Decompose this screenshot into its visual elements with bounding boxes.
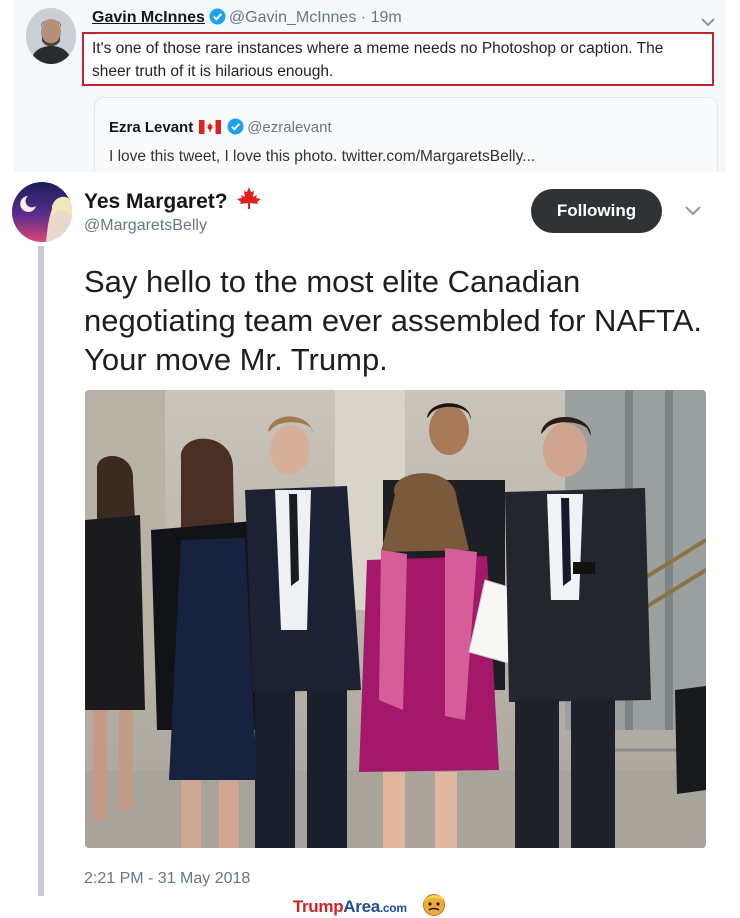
canada-flag-icon [199,120,222,138]
tweet-time[interactable]: 19m [371,9,402,26]
gavin-avatar[interactable] [26,8,76,64]
main-author-name[interactable]: Yes Margaret? [84,186,262,216]
chevron-down-icon[interactable] [684,203,702,221]
quoted-tweet[interactable]: Ezra Levant @ezralevant I love this tweet… [94,97,718,172]
main-tweet-text: Say hello to the most elite Canadian neg… [84,264,702,377]
thread-connector-line [38,246,44,896]
quoted-tweet-text: I love this tweet, I love this photo. tw… [109,148,536,165]
watermark-footer: TrumpArea.com [0,892,740,918]
dot-separator: · [360,9,367,26]
highlighted-tweet-text: It's one of those rare instances where a… [82,32,714,86]
quoted-author-name: Ezra Levant [109,119,194,136]
author-name[interactable]: Gavin McInnes [92,9,205,26]
quoted-tweet-header: Ezra Levant @ezralevant [109,118,703,139]
margaret-avatar[interactable] [12,182,72,242]
main-author-handle[interactable]: @MargaretsBelly [84,217,207,235]
trumparea-logo[interactable]: TrumpArea.com [293,897,407,917]
tweet-timestamp[interactable]: 2:21 PM - 31 May 2018 [84,870,250,888]
brand-part-c: .com [379,900,407,915]
verified-badge-icon [227,118,244,139]
maple-leaf-icon [236,186,262,216]
tweet-photo[interactable] [85,390,706,848]
brand-part-a: Trump [292,896,344,916]
chevron-down-icon[interactable] [700,14,716,32]
verified-badge-icon [209,8,226,30]
outer-tweet-header: Gavin McInnes @Gavin_McInnes · 19m [92,8,402,30]
trump-face-icon [421,892,447,918]
main-author-name-text: Yes Margaret? [84,190,228,213]
brand-part-b: Area [343,896,380,916]
author-handle[interactable]: @Gavin_McInnes [229,9,356,26]
quoted-author-handle: @ezralevant [247,119,332,136]
outer-tweet: Gavin McInnes @Gavin_McInnes · 19m It's o… [14,0,726,172]
following-button[interactable]: Following [531,189,662,233]
